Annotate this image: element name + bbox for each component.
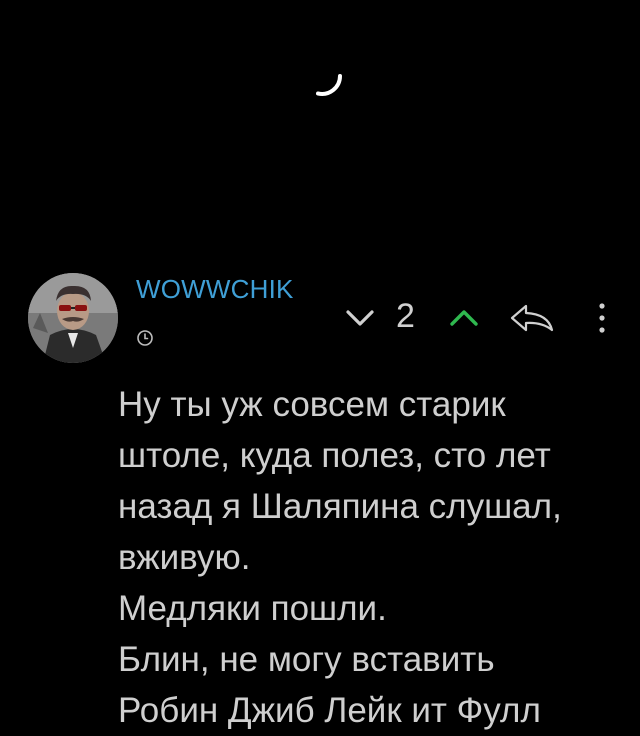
comment-score: 2: [396, 297, 415, 335]
comment-paragraph: Блин, не могу вставить: [118, 640, 495, 679]
chevron-down-icon: [346, 310, 374, 326]
reply-button[interactable]: [506, 300, 558, 336]
comment-paragraph: Ну ты уж совсем старик штоле, куда полез…: [118, 385, 562, 577]
avatar-image: [28, 273, 118, 363]
comment-text: Ну ты уж совсем старик штоле, куда полез…: [118, 379, 618, 736]
comment-paragraph: Медляки пошли.: [118, 589, 387, 628]
clock-icon: [137, 330, 153, 346]
upvote-button[interactable]: [444, 302, 484, 332]
more-options-button[interactable]: [590, 298, 614, 338]
username[interactable]: WOWWCHIK: [136, 273, 294, 305]
reply-arrow-icon: [510, 304, 554, 332]
chevron-up-icon: [450, 310, 478, 326]
downvote-button[interactable]: [340, 302, 380, 332]
loading-spinner-icon: [316, 74, 342, 96]
comment-paragraph: Робин Джиб Лейк ит Фулл: [118, 691, 541, 730]
more-vertical-icon: [599, 303, 605, 333]
avatar[interactable]: [28, 273, 118, 363]
